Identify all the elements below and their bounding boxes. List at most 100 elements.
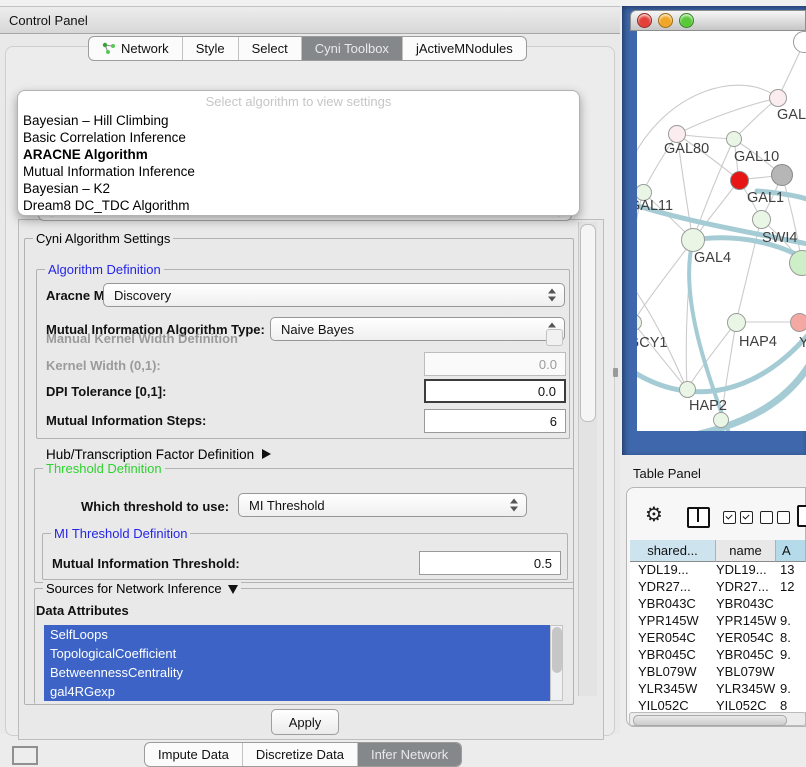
tab-infer-network[interactable]: Infer Network	[357, 743, 461, 766]
control-panel-title: Control Panel	[9, 13, 88, 28]
group-title: Algorithm Definition	[45, 262, 164, 277]
list-item[interactable]: SelfLoops	[44, 625, 550, 644]
dropdown-placeholder: Select algorithm to view settings	[18, 91, 579, 112]
network-window-titlebar[interactable]	[630, 10, 806, 31]
split-pane-handle[interactable]	[613, 368, 618, 377]
zoom-traffic-light-icon[interactable]	[679, 13, 694, 28]
dpi-tolerance-label: DPI Tolerance [0,1]:	[46, 384, 166, 399]
node-gal10[interactable]	[726, 131, 742, 147]
combo-arrows-icon	[548, 289, 557, 302]
table-row[interactable]: YLR345WYLR345W9.	[630, 681, 806, 698]
node-label: GAL1	[747, 190, 784, 206]
kernel-width-label: Kernel Width (0,1):	[46, 358, 161, 373]
expander-collapsed-icon	[262, 449, 271, 459]
node-hap4[interactable]	[727, 313, 746, 332]
algorithm-option[interactable]: Mutual Information Inference	[18, 163, 579, 180]
group-title: Cyni Algorithm Settings	[33, 231, 173, 246]
node-gal1[interactable]	[752, 210, 771, 229]
data-attributes-label: Data Attributes	[36, 603, 129, 618]
node-gray[interactable]	[771, 164, 793, 186]
tab-impute-data[interactable]: Impute Data	[145, 743, 242, 766]
list-item[interactable]: gal4RGexp	[44, 682, 550, 701]
node-hap2[interactable]	[679, 381, 696, 398]
aracne-mode-combo[interactable]: Discovery	[103, 283, 565, 307]
bottom-tabbar: Impute Data Discretize Data Infer Networ…	[144, 742, 462, 767]
tab-select[interactable]: Select	[238, 37, 301, 60]
gear-icon[interactable]: ⚙	[645, 504, 663, 526]
node-label: GAL4	[694, 250, 731, 266]
close-traffic-light-icon[interactable]	[637, 13, 652, 28]
deselect-all-icon[interactable]	[760, 511, 794, 529]
group-title: MI Threshold Definition	[51, 526, 190, 541]
tab-cyni-toolbox[interactable]: Cyni Toolbox	[301, 37, 402, 60]
kernel-width-field[interactable]: 0.0	[424, 352, 566, 376]
dpi-tolerance-field[interactable]: 0.0	[424, 379, 566, 403]
node-gal-partial[interactable]	[769, 89, 787, 107]
table-row[interactable]: YDL19...YDL19...13	[630, 562, 806, 579]
table-row[interactable]: YER054CYER054C8.	[630, 630, 806, 647]
node-selected-red[interactable]	[730, 171, 749, 190]
tab-style[interactable]: Style	[182, 37, 238, 60]
column-header[interactable]: name	[716, 540, 776, 562]
node-label: HAP2	[689, 398, 727, 414]
node-label: GCY1	[637, 335, 668, 351]
network-canvas[interactable]: GAL GAL80 GAL10 GAL1 GAL11 SWI4 GAL4 GCY…	[637, 31, 806, 431]
table-hscrollbar-thumb[interactable]	[633, 715, 787, 726]
list-item[interactable]: TopologicalCoefficient	[44, 644, 550, 663]
control-panel-tabbar: Network Style Select Cyni Toolbox jActiv…	[88, 36, 527, 61]
node-gal4[interactable]	[681, 228, 705, 252]
network-icon	[102, 42, 116, 55]
table-row[interactable]: YBR045CYBR045C9.	[630, 647, 806, 664]
select-all-icon[interactable]	[723, 511, 757, 529]
control-panel-titlebar: Control Panel	[0, 6, 620, 34]
hub-definition-expander[interactable]: Hub/Transcription Factor Definition	[46, 447, 271, 462]
tab-network[interactable]: Network	[89, 37, 182, 60]
list-item[interactable]: BetweennessCentrality	[44, 663, 550, 682]
column-header[interactable]: A	[776, 540, 806, 562]
table-body[interactable]: YDL19...YDL19...13 YDR27...YDR27...12 YB…	[630, 562, 806, 712]
tab-discretize-data[interactable]: Discretize Data	[242, 743, 357, 766]
which-threshold-label: Which threshold to use:	[81, 499, 229, 514]
node-label: GAL	[777, 107, 806, 123]
expander-expanded-icon	[228, 585, 238, 594]
apply-button[interactable]: Apply	[271, 709, 339, 735]
table-row[interactable]: YBL079WYBL079W	[630, 664, 806, 681]
node-salmon[interactable]	[790, 313, 806, 332]
node-bottom-partial[interactable]	[713, 412, 729, 428]
minimize-traffic-light-icon[interactable]	[658, 13, 673, 28]
which-threshold-combo[interactable]: MI Threshold	[238, 493, 527, 517]
node-label: SWI4	[762, 230, 797, 246]
algorithm-option[interactable]: Dream8 DC_TDC Algorithm	[18, 197, 579, 214]
node-label: Y	[799, 335, 806, 351]
combo-arrows-icon	[510, 499, 519, 512]
mi-threshold-field[interactable]: 0.5	[419, 551, 561, 575]
tab-jactivemnodules[interactable]: jActiveMNodules	[402, 37, 526, 60]
algorithm-option[interactable]: Bayesian – Hill Climbing	[18, 112, 579, 129]
table-row[interactable]: YIL052CYIL052C8	[630, 698, 806, 712]
algorithm-option-selected[interactable]: ARACNE Algorithm	[18, 146, 579, 163]
columns-icon[interactable]	[687, 507, 710, 528]
algorithm-dropdown[interactable]: Select algorithm to view settings Bayesi…	[17, 90, 580, 216]
tab-label: Network	[121, 41, 169, 56]
column-header[interactable]: shared...	[630, 540, 716, 562]
list-scrollbar-thumb[interactable]	[552, 627, 562, 673]
sources-expander[interactable]: Sources for Network Inference	[43, 581, 241, 596]
control-panel: Network Style Select Cyni Toolbox jActiv…	[0, 33, 620, 734]
node-label: GAL80	[664, 141, 709, 157]
settings-scrollbar-thumb[interactable]	[580, 224, 596, 422]
mi-type-combo[interactable]: Naive Bayes	[270, 317, 565, 341]
mi-steps-field[interactable]: 6	[424, 409, 566, 433]
table-row[interactable]: YDR27...YDR27...12	[630, 579, 806, 596]
algorithm-option[interactable]: Bayesian – K2	[18, 180, 579, 197]
table-row[interactable]: YBR043CYBR043C	[630, 596, 806, 613]
table-row[interactable]: YPR145WYPR145W9.	[630, 613, 806, 630]
data-attributes-list[interactable]: SelfLoops TopologicalCoefficient Between…	[44, 625, 550, 701]
mi-steps-label: Mutual Information Steps:	[46, 413, 206, 428]
minimized-window-icon[interactable]	[12, 746, 38, 765]
export-table-icon[interactable]	[797, 505, 806, 527]
manual-kernel-checkbox[interactable]	[546, 329, 563, 346]
manual-kernel-label: Manual Kernel Width Definition	[46, 331, 238, 346]
node-label: HAP4	[739, 334, 777, 350]
algorithm-option[interactable]: Basic Correlation Inference	[18, 129, 579, 146]
group-title: Threshold Definition	[43, 461, 165, 476]
